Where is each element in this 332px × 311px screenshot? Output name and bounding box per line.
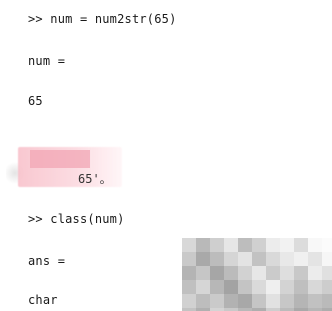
- redaction-overlay-dark: [30, 150, 90, 168]
- command-line-num2str: >> num = num2str(65): [28, 12, 177, 26]
- partially-redacted-text: 65'。: [78, 172, 112, 186]
- output-variable-num: num =: [28, 54, 66, 68]
- command-window[interactable]: >> num = num2str(65) num = 65 65'。 >> cl…: [0, 0, 332, 311]
- output-value-65: 65: [28, 94, 43, 108]
- output-variable-ans: ans =: [28, 254, 66, 268]
- output-value-char: char: [28, 293, 58, 307]
- pixelated-redaction: [182, 238, 332, 311]
- console-margin: [0, 0, 14, 311]
- command-line-class: >> class(num): [28, 212, 125, 226]
